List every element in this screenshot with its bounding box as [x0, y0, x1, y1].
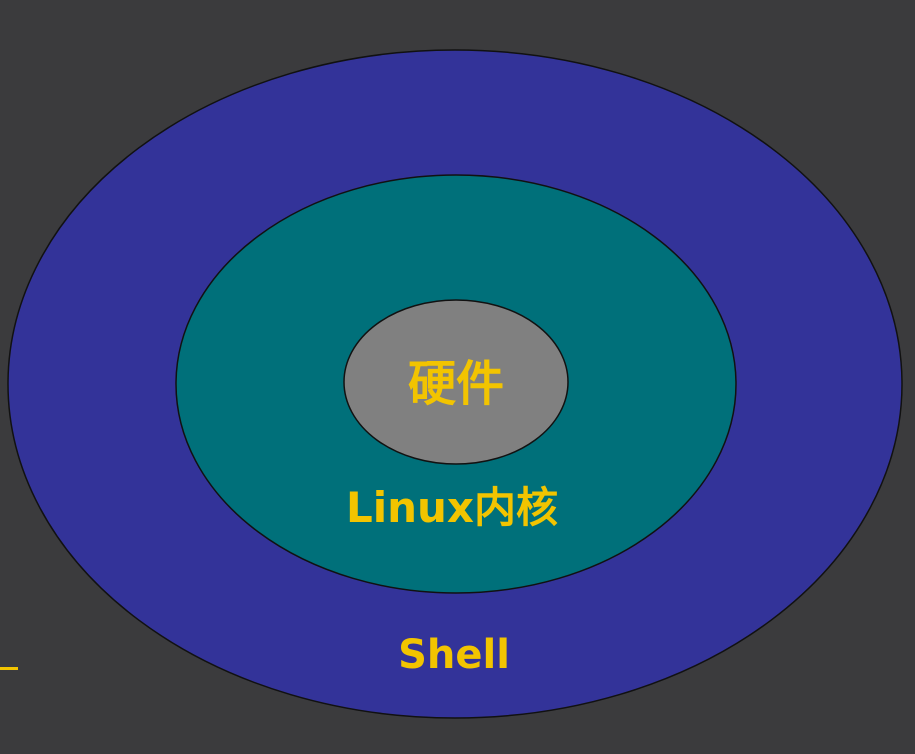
- shell-label: Shell: [398, 632, 510, 678]
- pen-mark: [0, 667, 18, 670]
- linux-layer-diagram: 硬件 Linux内核 Shell: [7, 49, 903, 719]
- hardware-label: 硬件: [408, 356, 504, 412]
- slide-canvas: 硬件 Linux内核 Shell: [0, 0, 915, 754]
- kernel-label: Linux内核: [346, 483, 558, 532]
